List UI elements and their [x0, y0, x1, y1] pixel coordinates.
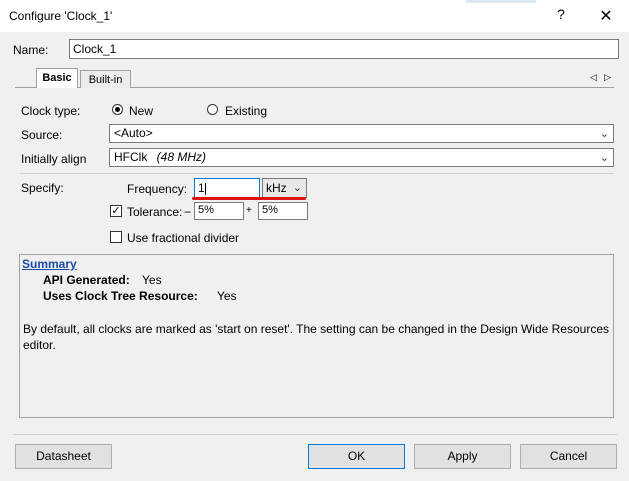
- window-title: Configure 'Clock_1': [9, 9, 113, 23]
- frequency-value: 1: [198, 181, 205, 195]
- source-dropdown[interactable]: <Auto> ⌄: [109, 124, 614, 143]
- tab-basic[interactable]: Basic: [36, 68, 78, 90]
- frequency-input[interactable]: 1: [194, 178, 260, 198]
- separator: [20, 173, 614, 174]
- frequency-unit-dropdown[interactable]: kHz ⌄: [262, 178, 307, 198]
- fractional-divider-label[interactable]: Use fractional divider: [127, 231, 239, 245]
- uses-clock-tree-label: Uses Clock Tree Resource:: [43, 289, 198, 303]
- clock-type-label: Clock type:: [21, 104, 81, 118]
- apply-button[interactable]: Apply: [414, 444, 511, 469]
- datasheet-button[interactable]: Datasheet: [15, 444, 112, 469]
- initially-align-value: HFClk: [114, 150, 148, 164]
- chevron-down-icon: ⌄: [599, 152, 609, 164]
- uses-clock-tree-value: Yes: [217, 289, 237, 303]
- chevron-down-icon: ⌄: [599, 128, 609, 140]
- tolerance-minus-value: 5%: [198, 204, 214, 216]
- name-input-value: Clock_1: [73, 42, 117, 56]
- cancel-button[interactable]: Cancel: [520, 444, 617, 469]
- tolerance-minus-input[interactable]: 5%: [194, 202, 244, 220]
- summary-description: By default, all clocks are marked as 'st…: [23, 322, 609, 352]
- separator: [13, 434, 617, 435]
- radio-new-label[interactable]: New: [129, 104, 153, 118]
- text-cursor: [204, 182, 206, 195]
- specify-label: Specify:: [21, 181, 64, 195]
- tolerance-minus-sign: −: [184, 205, 192, 219]
- api-generated-value: Yes: [142, 273, 162, 287]
- source-value: <Auto>: [114, 126, 153, 140]
- chevron-down-icon: ⌄: [292, 182, 302, 194]
- source-label: Source:: [21, 128, 63, 142]
- tab-scroll-right-icon[interactable]: ▷: [604, 72, 611, 83]
- radio-existing-label[interactable]: Existing: [225, 104, 267, 118]
- radio-new[interactable]: [112, 104, 123, 115]
- ok-button[interactable]: OK: [308, 444, 405, 469]
- tab-built-in[interactable]: Built-in: [80, 70, 131, 90]
- close-button[interactable]: ✕: [596, 6, 616, 26]
- frequency-label: Frequency:: [127, 182, 188, 196]
- frequency-unit-value: kHz: [266, 181, 287, 195]
- tolerance-label[interactable]: Tolerance:: [127, 205, 182, 219]
- name-label: Name:: [13, 43, 49, 57]
- initially-align-label: Initially align: [21, 152, 87, 166]
- radio-existing[interactable]: [207, 104, 218, 115]
- tolerance-plus-input[interactable]: 5%: [258, 202, 308, 220]
- tolerance-plus-value: 5%: [262, 204, 278, 216]
- title-bar-decoration: [466, 0, 536, 3]
- fractional-divider-checkbox[interactable]: [110, 231, 122, 243]
- red-annotation-underline: [192, 197, 306, 200]
- name-input[interactable]: Clock_1: [69, 39, 619, 59]
- initially-align-dropdown[interactable]: HFClk (48 MHz) ⌄: [109, 148, 614, 167]
- summary-heading: Summary: [22, 257, 77, 271]
- tolerance-plus-sign: +: [246, 205, 252, 216]
- initially-align-detail: (48 MHz): [156, 150, 207, 164]
- tolerance-checkbox[interactable]: ✓: [110, 205, 122, 217]
- help-button[interactable]: ?: [553, 6, 569, 26]
- api-generated-label: API Generated:: [43, 273, 130, 287]
- tab-scroll-left-icon[interactable]: ◁: [590, 72, 597, 83]
